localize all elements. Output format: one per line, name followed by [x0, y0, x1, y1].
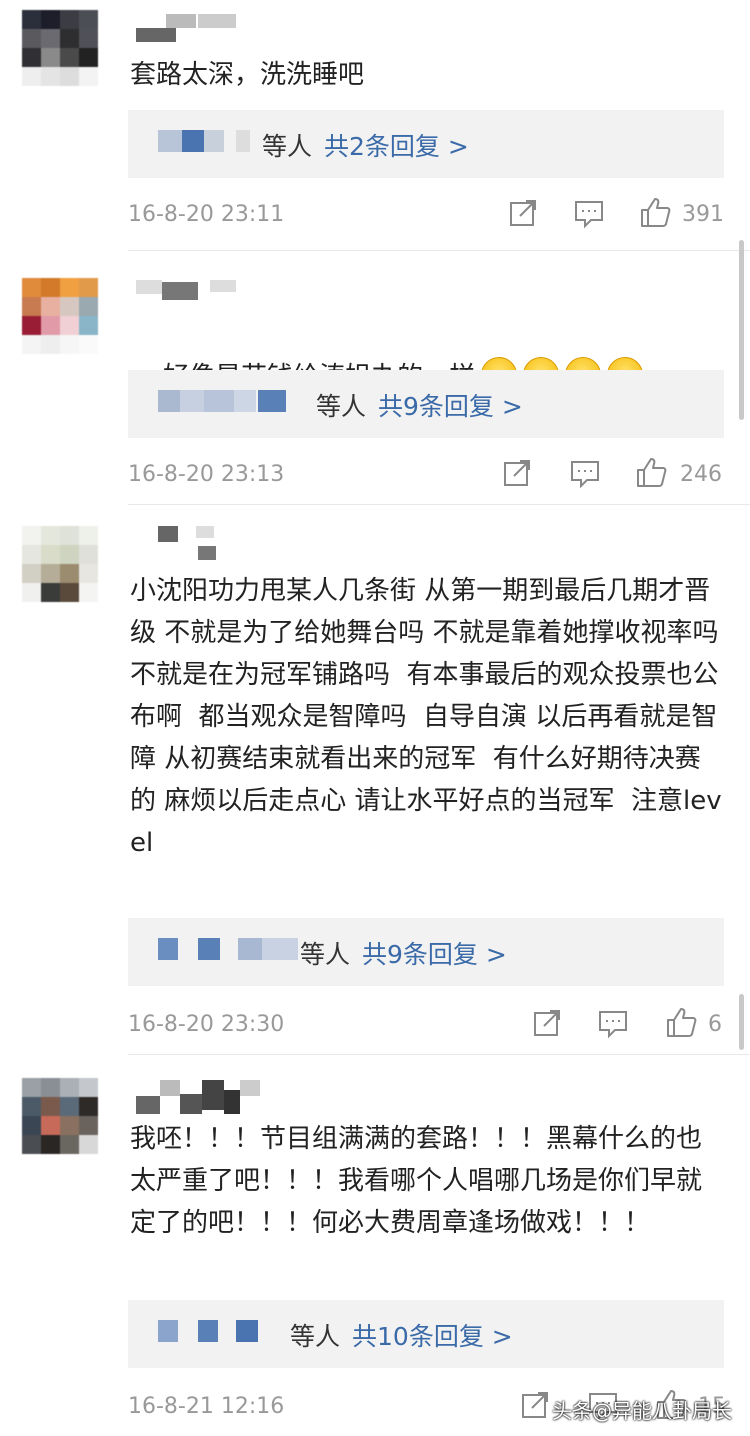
share-icon[interactable] [518, 1388, 552, 1422]
comment-footer: 16-8-20 23:13 246 [128, 456, 724, 496]
reply-preview[interactable]: 等人 共9条回复 > [128, 918, 724, 986]
replier-names-blurred [158, 130, 258, 152]
reply-label: 等人 [316, 392, 367, 421]
like-count: 391 [682, 202, 724, 227]
like-count: 6 [708, 1012, 722, 1037]
timestamp: 16-8-21 12:16 [128, 1394, 285, 1419]
like-icon[interactable] [638, 196, 672, 230]
timestamp: 16-8-20 23:30 [128, 1012, 285, 1037]
timestamp: 16-8-20 23:11 [128, 202, 285, 227]
comment-text: 套路太深，洗洗睡吧 [130, 60, 365, 90]
comment-icon[interactable] [568, 456, 602, 490]
username-blurred[interactable] [136, 1080, 266, 1114]
like-icon[interactable] [664, 1006, 698, 1040]
divider [128, 1054, 750, 1055]
divider [128, 504, 750, 505]
timestamp: 16-8-20 23:13 [128, 462, 285, 487]
replier-names-blurred [158, 390, 288, 412]
like-icon[interactable] [634, 456, 668, 490]
scrollbar-thumb[interactable] [739, 994, 744, 1050]
reply-count-link[interactable]: 共2条回复 > [324, 132, 469, 161]
reply-preview[interactable]: 等人 共2条回复 > [128, 110, 724, 178]
divider [128, 250, 750, 251]
reply-count-link[interactable]: 共9条回复 > [378, 392, 523, 421]
comment-footer: 16-8-20 23:11 391 [128, 196, 724, 236]
reply-count-link[interactable]: 共9条回复 > [362, 940, 507, 969]
username-blurred[interactable] [136, 14, 246, 48]
reply-preview[interactable]: 等人 共10条回复 > [128, 1300, 724, 1368]
replier-names-blurred [158, 1320, 268, 1342]
avatar[interactable] [22, 10, 98, 86]
share-icon[interactable] [530, 1006, 564, 1040]
reply-label: 等人 [290, 1322, 341, 1351]
comment-text: 小沈阳功力甩某人几条街 从第一期到最后几期才晋级 不就是为了给她舞台吗 不就是靠… [130, 576, 727, 858]
avatar[interactable] [22, 526, 98, 602]
reply-preview[interactable]: 等人 共9条回复 > [128, 370, 724, 438]
comment-icon[interactable] [596, 1006, 630, 1040]
like-count: 246 [680, 462, 722, 487]
comment-footer: 16-8-20 23:30 6 [128, 1006, 724, 1046]
comment-icon[interactable] [572, 196, 606, 230]
share-icon[interactable] [500, 456, 534, 490]
replier-names-blurred [158, 938, 308, 960]
avatar[interactable] [22, 278, 98, 354]
avatar[interactable] [22, 1078, 98, 1154]
share-icon[interactable] [506, 196, 540, 230]
watermark: 头条@异能八卦局长 [552, 1399, 732, 1423]
reply-label: 等人 [262, 132, 313, 161]
username-blurred[interactable] [136, 526, 226, 560]
comment-text: 我呸！！！节目组满满的套路！！！黑幕什么的也太严重了吧！！！我看哪个人唱哪几场是… [130, 1124, 703, 1238]
username-blurred[interactable] [136, 280, 246, 314]
reply-count-link[interactable]: 共10条回复 > [352, 1322, 513, 1351]
reply-label: 等人 [300, 940, 351, 969]
scrollbar-thumb[interactable] [739, 240, 744, 420]
